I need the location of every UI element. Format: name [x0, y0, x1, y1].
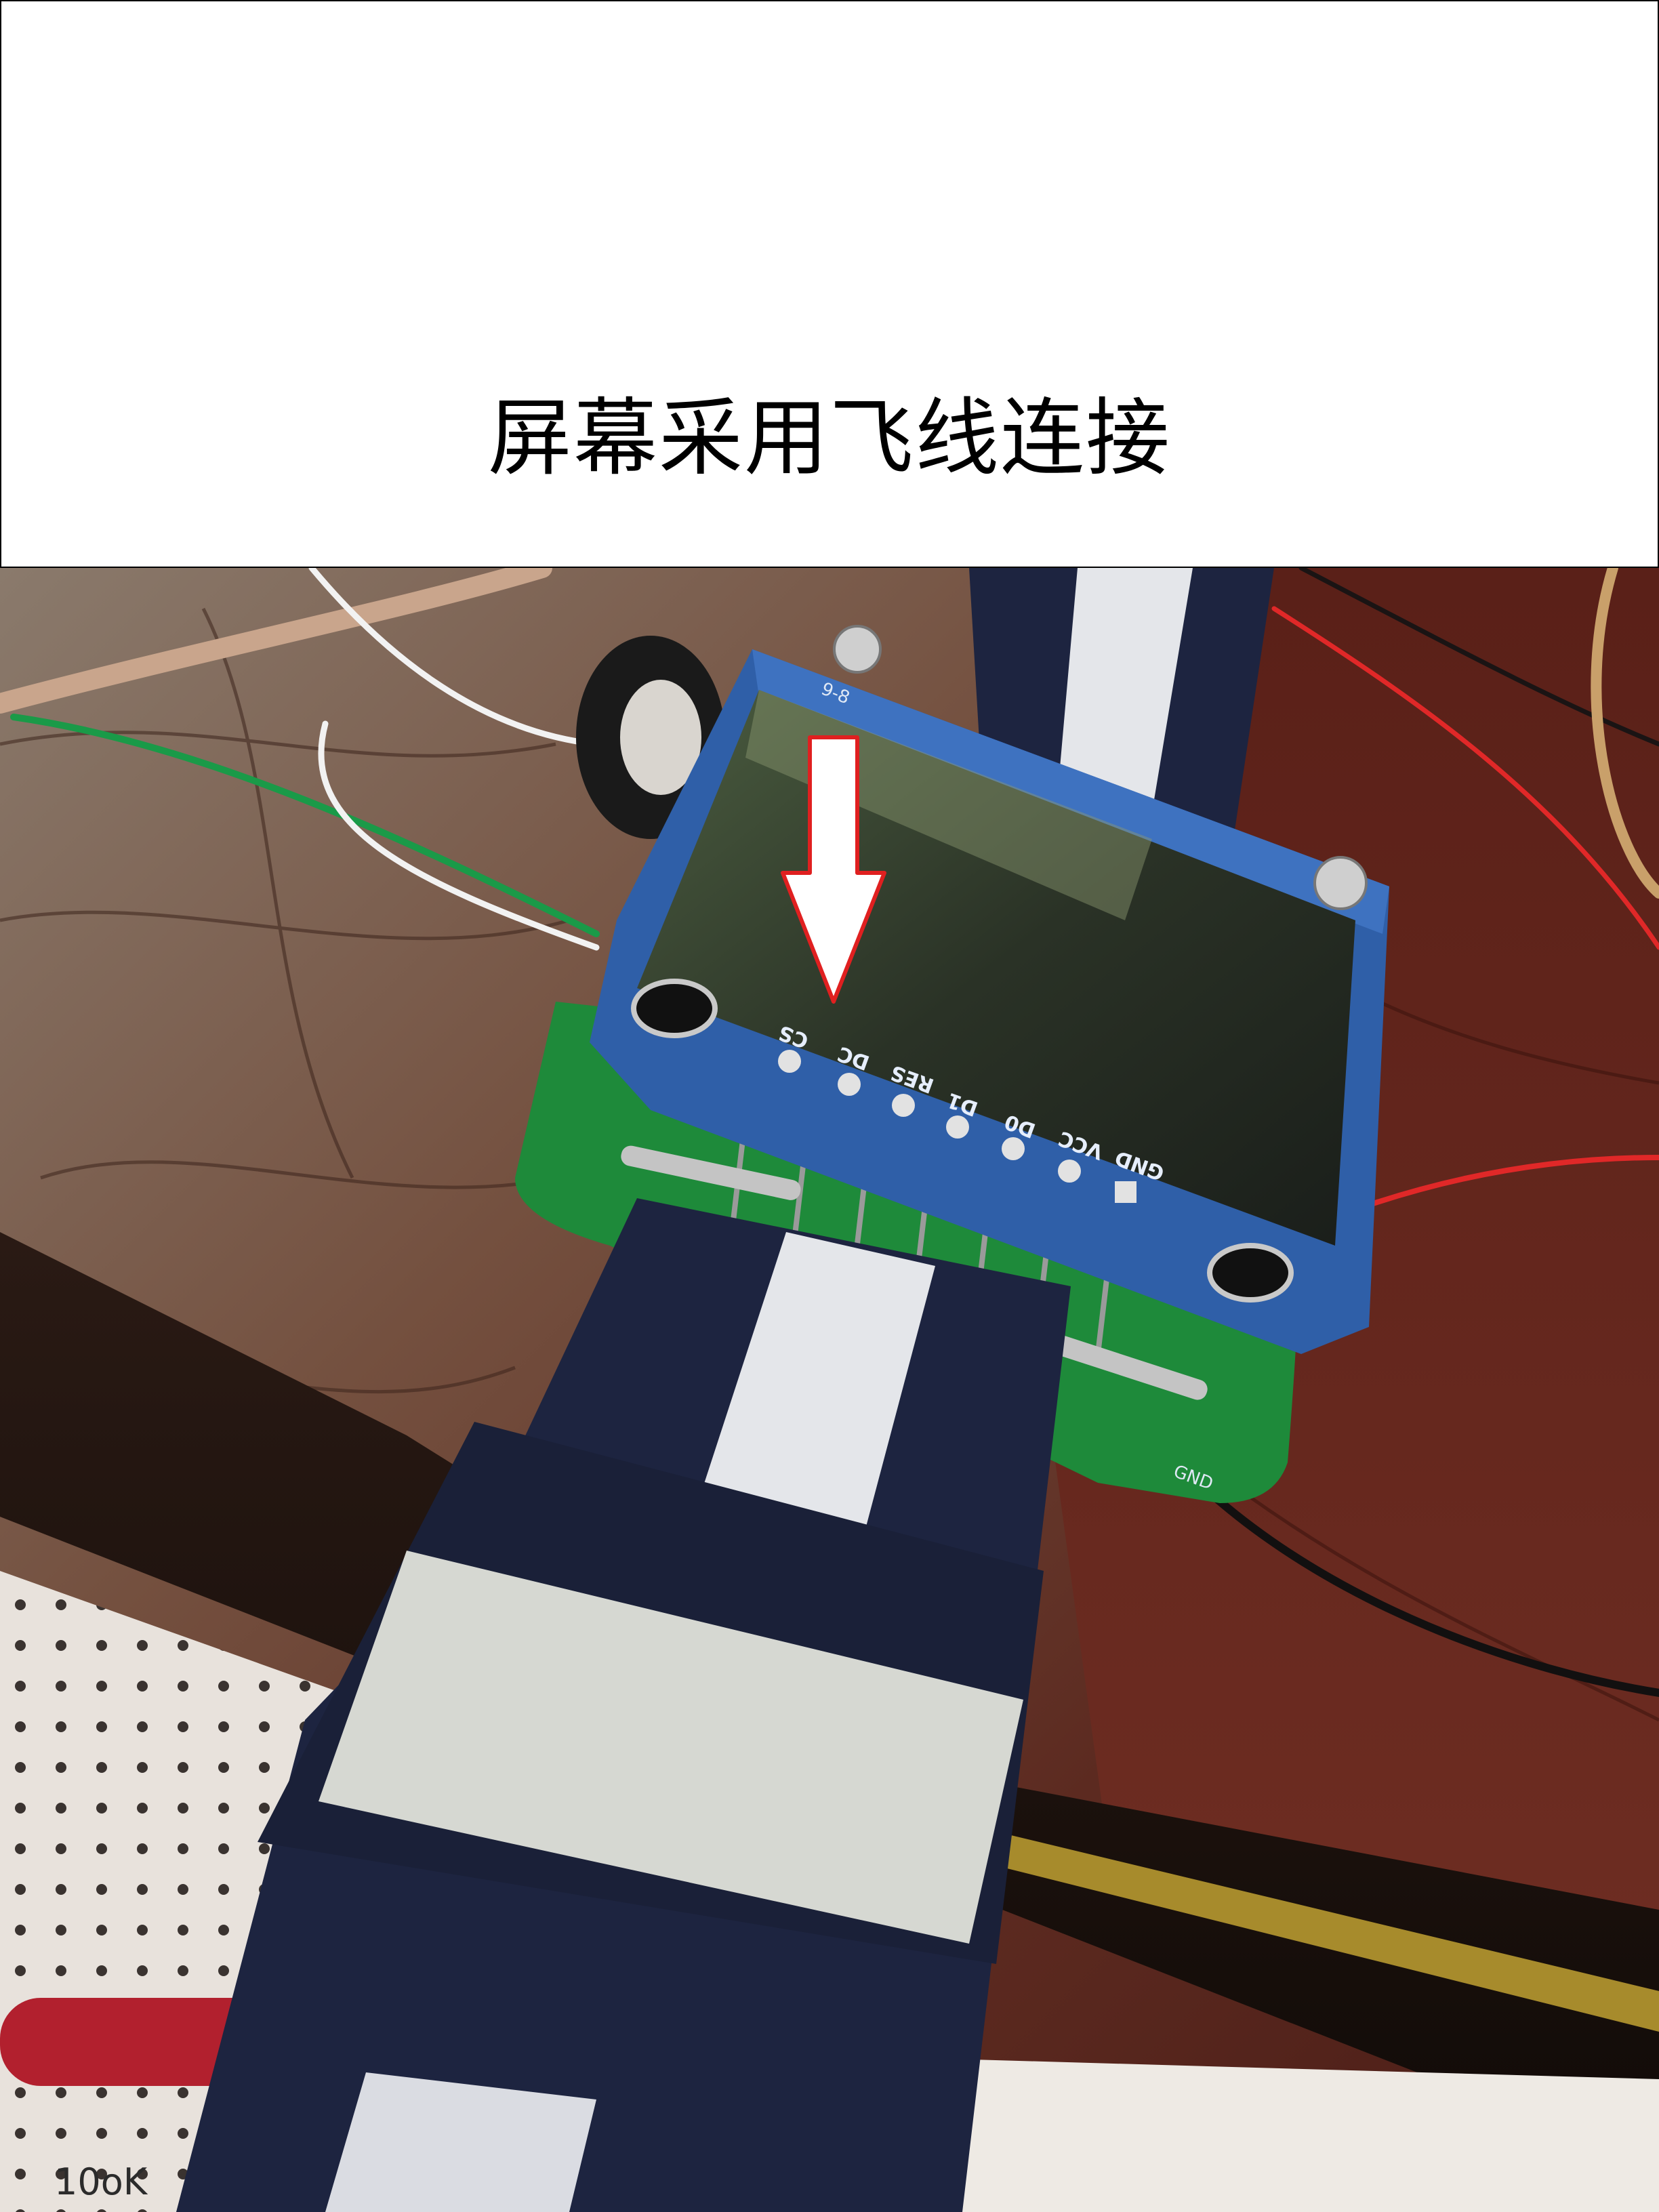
pin-pad-vcc: [1058, 1160, 1081, 1183]
photo: 10oK GND 9-8 CS DC RES D1 D0 VCC GND: [0, 568, 1659, 2212]
paper: [949, 2059, 1659, 2212]
mount-hole-left: [631, 979, 718, 1038]
photo-illustration: 10oK GND 9-8 CS DC RES D1 D0 VCC GND: [0, 568, 1659, 2212]
mount-hole-right: [1207, 1243, 1294, 1303]
screw-top-right: [1313, 856, 1368, 910]
pin-pad-gnd: [1115, 1181, 1136, 1203]
caption-panel: 屏幕采用飞线连接: [0, 0, 1659, 568]
pin-pad-d0: [1002, 1137, 1025, 1160]
caption-text: 屏幕采用飞线连接: [487, 390, 1171, 487]
pin-pad-dc: [838, 1073, 861, 1096]
pin-pad-d1: [946, 1115, 969, 1139]
background-writing: 10oK: [54, 2160, 148, 2203]
pin-pad-res: [892, 1094, 915, 1117]
page: 屏幕采用飞线连接 10oK GND 9-8 CS DC RES D1 D0 VC…: [0, 0, 1659, 2212]
pin-pad-cs: [778, 1050, 801, 1073]
screw-top-left: [833, 625, 882, 674]
